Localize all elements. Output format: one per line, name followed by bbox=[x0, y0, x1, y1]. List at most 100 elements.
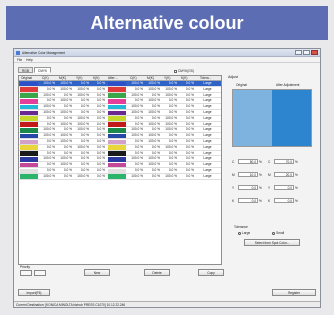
cmyk-gs-label: CMYK(GS) bbox=[178, 69, 194, 73]
table-cell: 0.0 % bbox=[151, 167, 160, 172]
table-cell: 0.0 % bbox=[63, 104, 72, 109]
after-black-field[interactable]: 0.0 bbox=[274, 198, 294, 203]
new-button[interactable]: New bbox=[84, 269, 110, 276]
yellow-field-row: Y 0.0 % Y 0.0 % bbox=[232, 185, 298, 190]
table-cell: 0.0 % bbox=[185, 127, 194, 132]
table-cell: Large bbox=[203, 156, 212, 161]
table-cell: Large bbox=[203, 121, 212, 126]
tolerance-small-radio[interactable]: Small bbox=[272, 231, 284, 235]
menu-help[interactable]: Help bbox=[26, 58, 33, 62]
table-cell: Large bbox=[203, 81, 212, 85]
original-color-swatch bbox=[20, 87, 38, 92]
original-cyan-field[interactable]: 50.0 bbox=[238, 159, 258, 164]
tolerance-large-radio[interactable]: Large bbox=[238, 231, 250, 235]
copy-button[interactable]: Copy bbox=[198, 269, 224, 276]
table-cell: 0.0 % bbox=[168, 167, 177, 172]
table-cell: 0.0 % bbox=[46, 98, 55, 103]
table-cell: 100.0 % bbox=[60, 86, 72, 91]
table-cell: Large bbox=[203, 86, 212, 91]
table-cell: 100.0 % bbox=[165, 115, 177, 120]
original-yellow-field[interactable]: 0.0 bbox=[238, 185, 258, 190]
import-button[interactable]: Import(F5) bbox=[18, 289, 50, 296]
cmyk-gs-checkbox[interactable]: CMYK(GS) bbox=[174, 69, 194, 73]
table-cell: 0.0 % bbox=[151, 173, 160, 178]
after-color-swatch bbox=[108, 98, 126, 104]
app-icon bbox=[16, 50, 20, 55]
table-cell: 0.0 % bbox=[168, 98, 177, 103]
maximize-icon[interactable] bbox=[303, 50, 310, 55]
table-cell: 100.0 % bbox=[165, 121, 177, 126]
table-cell: 100.0 % bbox=[148, 121, 160, 126]
after-magenta-field[interactable]: 20.0 bbox=[274, 172, 294, 177]
checkbox-icon[interactable] bbox=[174, 69, 177, 73]
banner: Alternative colour bbox=[6, 6, 328, 40]
radio-icon[interactable] bbox=[272, 231, 276, 235]
original-black-field[interactable]: 0.0 bbox=[238, 198, 258, 203]
table-cell: 0.0 % bbox=[80, 104, 89, 109]
table-cell: 100.0 % bbox=[165, 144, 177, 149]
radio-selected-icon[interactable] bbox=[238, 231, 241, 235]
menu-bar: File Help bbox=[14, 57, 320, 63]
priority-down-button[interactable] bbox=[34, 270, 46, 276]
table-cell: 0.0 % bbox=[151, 92, 160, 97]
close-icon[interactable] bbox=[311, 50, 318, 55]
select-spot-color-button[interactable]: Select from Spot Color... bbox=[244, 239, 300, 246]
original-color-swatch bbox=[20, 174, 38, 179]
table-cell: 0.0 % bbox=[151, 144, 160, 149]
after-color-swatch bbox=[108, 162, 126, 168]
table-cell: 0.0 % bbox=[96, 98, 105, 103]
table-row[interactable]: 100.0 % 0.0 % 100.0 % 0.0 % 100.0 % 0.0 % 100.… bbox=[19, 174, 221, 180]
table-cell: 0.0 % bbox=[46, 150, 55, 155]
table-cell: 100.0 % bbox=[60, 156, 72, 161]
table-cell: 100.0 % bbox=[131, 173, 143, 178]
table-cell: Large bbox=[203, 104, 212, 109]
after-color-swatch bbox=[108, 110, 126, 116]
table-cell: 0.0 % bbox=[80, 133, 89, 138]
after-color-swatch bbox=[108, 168, 126, 174]
tab-rgb[interactable]: RGB bbox=[18, 67, 33, 73]
original-magenta-field[interactable]: 10.0 bbox=[238, 172, 258, 177]
percent-label: % bbox=[259, 198, 262, 203]
table-cell: 100.0 % bbox=[131, 81, 143, 85]
table-cell: Large bbox=[203, 98, 212, 103]
table-cell: 0.0 % bbox=[63, 144, 72, 149]
table-cell: 0.0 % bbox=[185, 150, 194, 155]
tab-cmyk[interactable]: CMYK bbox=[33, 67, 52, 73]
original-color-swatch bbox=[20, 116, 38, 121]
menu-file[interactable]: File bbox=[17, 58, 22, 62]
status-bar: Current Destination: [KONICA MINOLTA biz… bbox=[14, 301, 320, 307]
register-button[interactable]: Register bbox=[272, 289, 316, 296]
minimize-icon[interactable] bbox=[295, 50, 302, 55]
table-cell: 0.0 % bbox=[46, 162, 55, 167]
after-cyan-field[interactable]: 70.0 bbox=[274, 159, 294, 164]
after-adjustment-swatch bbox=[272, 90, 311, 146]
table-cell: 100.0 % bbox=[60, 133, 72, 138]
table-cell: 0.0 % bbox=[185, 144, 194, 149]
table-cell: 0.0 % bbox=[151, 104, 160, 109]
table-cell: 0.0 % bbox=[168, 81, 177, 85]
table-cell: 100.0 % bbox=[43, 133, 55, 138]
after-color-swatch bbox=[108, 174, 126, 179]
priority-up-button[interactable] bbox=[20, 270, 32, 276]
table-cell: 0.0 % bbox=[96, 150, 105, 155]
original-swatch bbox=[233, 90, 272, 146]
table-cell: 0.0 % bbox=[96, 138, 105, 143]
table-cell: Large bbox=[203, 167, 212, 172]
table-cell: 0.0 % bbox=[80, 156, 89, 161]
table-cell: 0.0 % bbox=[185, 167, 194, 172]
delete-button[interactable]: Delete bbox=[144, 269, 170, 276]
table-cell: 100.0 % bbox=[165, 86, 177, 91]
table-cell: 0.0 % bbox=[96, 167, 105, 172]
table-cell: 100.0 % bbox=[148, 86, 160, 91]
after-yellow-field[interactable]: 0.0 bbox=[274, 185, 294, 190]
table-cell: 0.0 % bbox=[96, 109, 105, 114]
table-cell: 100.0 % bbox=[131, 92, 143, 97]
table-cell: Large bbox=[203, 150, 212, 155]
table-cell: 0.0 % bbox=[168, 138, 177, 143]
table-cell: 100.0 % bbox=[60, 109, 72, 114]
after-color-swatch bbox=[108, 151, 126, 156]
table-cell: 0.0 % bbox=[80, 162, 89, 167]
table-cell: 0.0 % bbox=[185, 173, 194, 178]
table-cell: 0.0 % bbox=[134, 98, 143, 103]
cyan-field-row: C 50.0 % C 70.0 % bbox=[232, 159, 298, 164]
